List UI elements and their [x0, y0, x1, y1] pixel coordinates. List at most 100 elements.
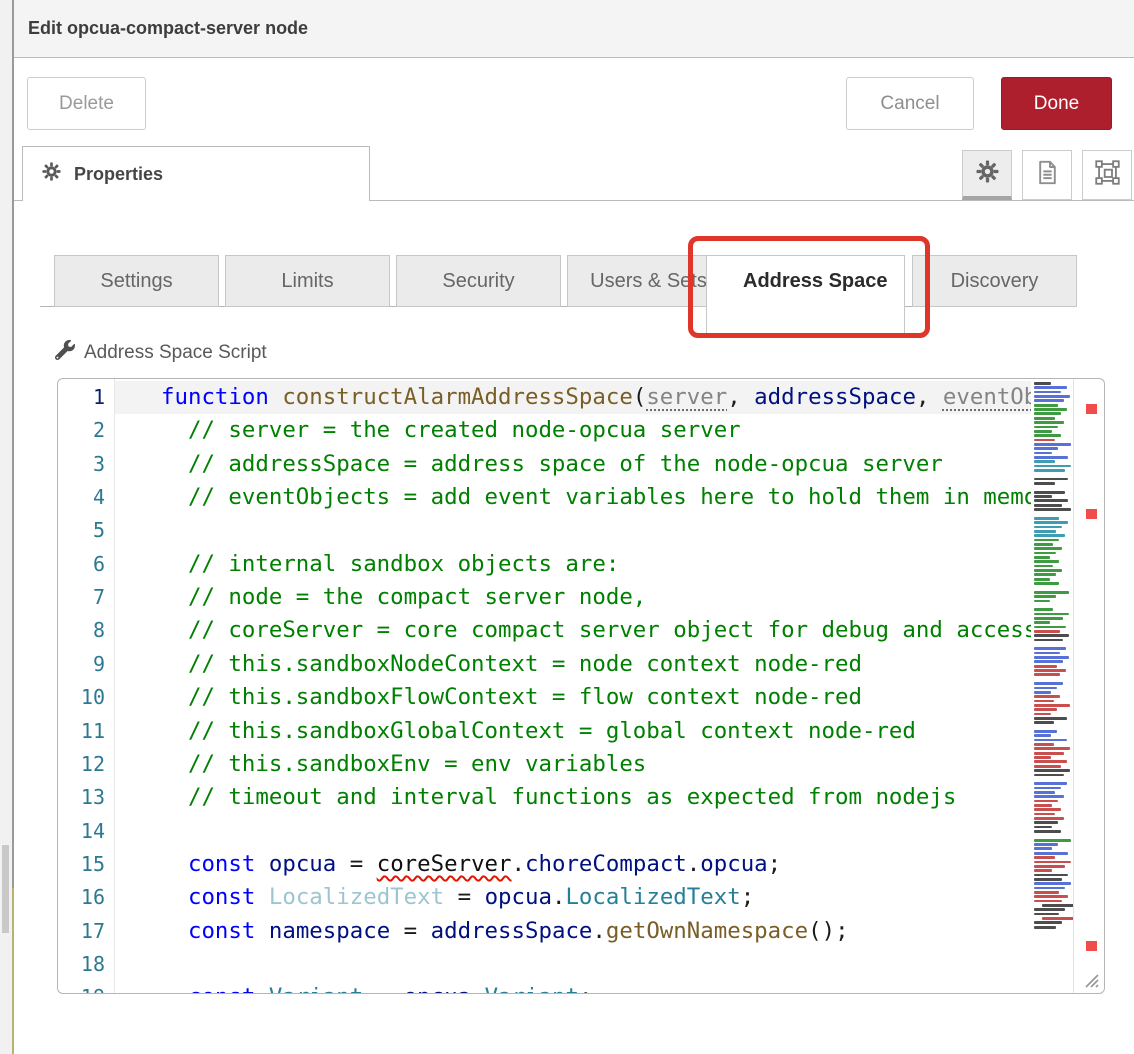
minimap-line [1034, 704, 1070, 707]
minimap-line [1034, 434, 1061, 437]
code-token: ; [579, 984, 592, 993]
code-line[interactable]: // this.sandboxNodeContext = node contex… [115, 648, 862, 681]
minimap-line [1034, 830, 1061, 833]
minimap-line [1034, 426, 1058, 429]
edit-properties-button[interactable] [962, 150, 1012, 200]
minimap-line [1034, 412, 1061, 415]
properties-tab-label: Properties [74, 164, 163, 185]
code-line[interactable]: // eventObjects = add event variables he… [115, 481, 1031, 514]
code-line[interactable]: const namespace = addressSpace.getOwnNam… [115, 915, 849, 948]
editor-code-area[interactable]: function constructAlarmAddressSpace(serv… [114, 379, 1031, 993]
minimap-line [1034, 730, 1057, 733]
code-token: namespace [269, 918, 390, 944]
code-line[interactable] [115, 514, 161, 547]
minimap-line [1034, 669, 1066, 672]
minimap-line [1034, 808, 1061, 811]
minimap-line [1034, 865, 1065, 868]
minimap-line [1034, 569, 1062, 572]
minimap-line [1034, 460, 1055, 463]
delete-button[interactable]: Delete [27, 77, 146, 130]
code-token: . [592, 918, 605, 944]
line-number: 16 [58, 881, 114, 914]
cancel-button[interactable]: Cancel [846, 77, 974, 130]
tab-properties[interactable]: Properties [22, 146, 370, 201]
minimap-line [1034, 600, 1050, 603]
minimap-line [1034, 478, 1068, 481]
edit-appearance-button[interactable] [1082, 150, 1132, 200]
code-editor[interactable]: 12345678910111213141516171819 function c… [57, 378, 1105, 994]
done-button[interactable]: Done [1001, 77, 1112, 130]
minimap-line [1034, 608, 1053, 611]
code-token: server [646, 384, 727, 410]
error-marker [1086, 941, 1097, 951]
tab-address-space[interactable]: Address Space [706, 255, 905, 335]
minimap-line [1034, 552, 1056, 555]
code-token [161, 884, 188, 910]
minimap-line [1034, 630, 1060, 633]
tab-label: Settings [100, 270, 172, 293]
resize-grip[interactable] [1083, 972, 1099, 988]
minimap-line [1034, 734, 1051, 737]
minimap-line [1034, 591, 1069, 594]
code-line[interactable]: // server = the created node-opcua serve… [115, 414, 741, 447]
minimap-line [1034, 495, 1052, 498]
line-number: 4 [58, 481, 114, 514]
code-line[interactable]: // this.sandboxFlowContext = flow contex… [115, 681, 862, 714]
code-token: Variant [485, 984, 579, 993]
code-line[interactable]: const opcua = coreServer.choreCompact.op… [115, 848, 781, 881]
code-token: // this.sandboxFlowContext = flow contex… [161, 684, 862, 710]
code-token: = [336, 851, 376, 877]
code-token: opcua [404, 984, 471, 993]
code-token: ; [741, 884, 754, 910]
tab-settings[interactable]: Settings [54, 255, 219, 307]
gear-icon [976, 160, 999, 188]
code-line[interactable]: // this.sandboxGlobalContext = global co… [115, 715, 916, 748]
code-token: const [188, 984, 269, 993]
tab-limits[interactable]: Limits [225, 255, 390, 307]
minimap-line [1034, 774, 1064, 777]
code-line[interactable]: const LocalizedText = opcua.LocalizedTex… [115, 881, 754, 914]
line-number: 2 [58, 414, 114, 447]
code-line[interactable] [115, 948, 161, 981]
code-line[interactable]: // coreServer = core compact server obje… [115, 614, 1031, 647]
line-number: 11 [58, 715, 114, 748]
minimap[interactable] [1031, 379, 1074, 993]
tab-discovery[interactable]: Discovery [912, 255, 1077, 307]
code-line[interactable]: function constructAlarmAddressSpace(serv… [115, 381, 1031, 414]
code-token: function [161, 384, 282, 410]
minimap-line [1034, 656, 1069, 659]
minimap-line [1034, 743, 1054, 746]
minimap-line [1034, 469, 1065, 472]
scrollbar-thumb[interactable] [2, 845, 9, 933]
tab-security[interactable]: Security [396, 255, 561, 307]
code-token: (); [808, 918, 848, 944]
code-token: . [471, 984, 484, 993]
edit-description-button[interactable] [1022, 150, 1072, 200]
minimap-line [1034, 687, 1057, 690]
tab-label: Discovery [951, 270, 1039, 293]
code-line[interactable] [115, 815, 161, 848]
error-marker [1086, 404, 1097, 414]
code-line[interactable]: // node = the compact server node, [115, 581, 646, 614]
line-number: 5 [58, 514, 114, 547]
minimap-line [1034, 482, 1055, 485]
minimap-line [1034, 747, 1070, 750]
dialog-title: Edit opcua-compact-server node [28, 18, 308, 39]
page-edge-strip [0, 0, 14, 1054]
code-token: // eventObjects = add event variables he… [161, 484, 1031, 510]
minimap-line [1034, 639, 1063, 642]
code-token: // internal sandbox objects are: [161, 551, 619, 577]
minimap-line [1034, 913, 1059, 916]
code-token: , [916, 384, 943, 410]
code-line[interactable]: // this.sandboxEnv = env variables [115, 748, 646, 781]
minimap-line [1034, 791, 1055, 794]
minimap-line [1034, 926, 1056, 929]
minimap-line [1034, 652, 1060, 655]
code-line[interactable]: // addressSpace = address space of the n… [115, 448, 943, 481]
tab-label: Limits [281, 270, 333, 293]
code-line[interactable]: // internal sandbox objects are: [115, 548, 619, 581]
minimap-line [1034, 626, 1066, 629]
minimap-line [1034, 595, 1056, 598]
code-line[interactable]: // timeout and interval functions as exp… [115, 781, 956, 814]
code-line[interactable]: const Variant = opcua.Variant; [115, 981, 592, 993]
